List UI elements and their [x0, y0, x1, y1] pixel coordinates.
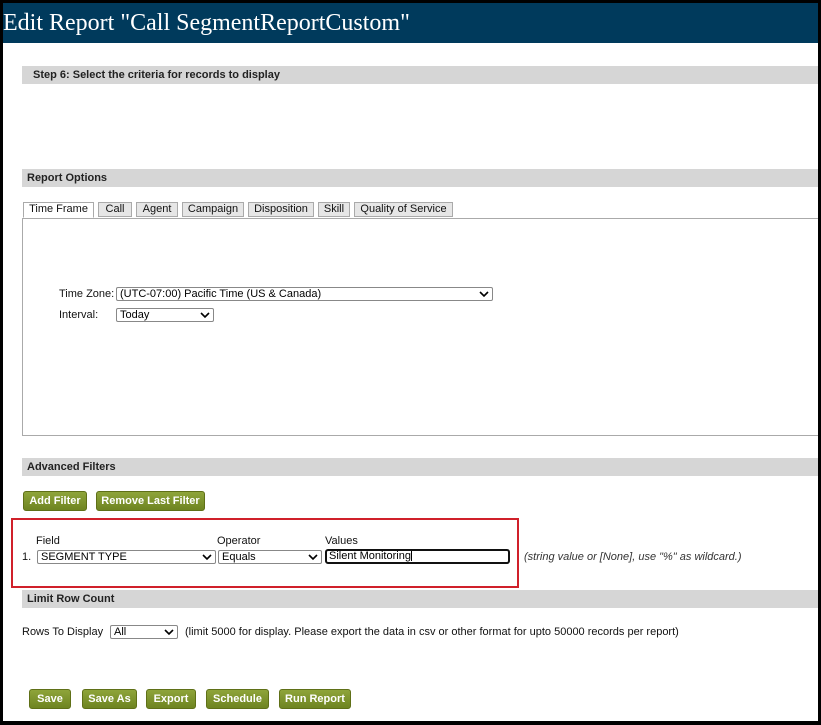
tab-campaign[interactable]: Campaign — [182, 202, 244, 217]
chevron-down-icon — [479, 291, 489, 298]
tab-agent[interactable]: Agent — [136, 202, 178, 217]
report-editor-window: Edit Report "Call SegmentReportCustom" S… — [3, 3, 818, 721]
remove-last-filter-button[interactable]: Remove Last Filter — [96, 491, 205, 511]
run-report-button[interactable]: Run Report — [279, 689, 351, 709]
filter-hint: (string value or [None], use "%" as wild… — [524, 551, 742, 563]
rows-to-display-value: All — [114, 626, 127, 638]
tab-disposition[interactable]: Disposition — [248, 202, 314, 217]
filter-field-value: SEGMENT TYPE — [41, 551, 127, 563]
page-title: Edit Report "Call SegmentReportCustom" — [3, 10, 410, 36]
filter-row-number: 1. — [22, 551, 32, 563]
tab-skill[interactable]: Skill — [318, 202, 350, 217]
report-options-header: Report Options — [22, 169, 818, 187]
save-as-button[interactable]: Save As — [82, 689, 137, 709]
tab-call[interactable]: Call — [98, 202, 132, 217]
chevron-down-icon — [200, 312, 210, 319]
advanced-filters-header: Advanced Filters — [22, 458, 818, 476]
values-column-header: Values — [325, 535, 358, 547]
tab-time-frame[interactable]: Time Frame — [23, 202, 94, 218]
limit-row-count-header: Limit Row Count — [22, 590, 818, 608]
rows-to-display-select[interactable]: All — [110, 625, 178, 639]
operator-column-header: Operator — [217, 535, 261, 547]
text-cursor — [410, 551, 412, 562]
filter-operator-value: Equals — [222, 551, 256, 563]
chevron-down-icon — [202, 554, 212, 561]
filter-values-input[interactable]: Silent Monitoring — [325, 549, 510, 564]
schedule-button[interactable]: Schedule — [206, 689, 269, 709]
rows-to-display-label: Rows To Display — [22, 626, 104, 638]
export-button[interactable]: Export — [146, 689, 196, 709]
field-column-header: Field — [36, 535, 60, 547]
time-frame-panel — [22, 218, 818, 436]
interval-select[interactable]: Today — [116, 308, 214, 322]
time-zone-value: (UTC-07:00) Pacific Time (US & Canada) — [120, 288, 322, 300]
save-button[interactable]: Save — [29, 689, 71, 709]
time-zone-label: Time Zone: — [59, 288, 115, 300]
filter-field-select[interactable]: SEGMENT TYPE — [37, 550, 216, 564]
chevron-down-icon — [308, 554, 318, 561]
interval-value: Today — [120, 309, 150, 321]
add-filter-button[interactable]: Add Filter — [23, 491, 87, 511]
tab-quality-of-service[interactable]: Quality of Service — [354, 202, 453, 217]
row-limit-note: (limit 5000 for display. Please export t… — [185, 626, 679, 638]
step-header: Step 6: Select the criteria for records … — [22, 66, 818, 84]
filter-values-text: Silent Monitoring — [329, 550, 411, 562]
time-zone-select[interactable]: (UTC-07:00) Pacific Time (US & Canada) — [116, 287, 493, 301]
filter-operator-select[interactable]: Equals — [218, 550, 322, 564]
interval-label: Interval: — [59, 309, 99, 321]
title-bar: Edit Report "Call SegmentReportCustom" — [3, 3, 818, 43]
chevron-down-icon — [164, 629, 174, 636]
